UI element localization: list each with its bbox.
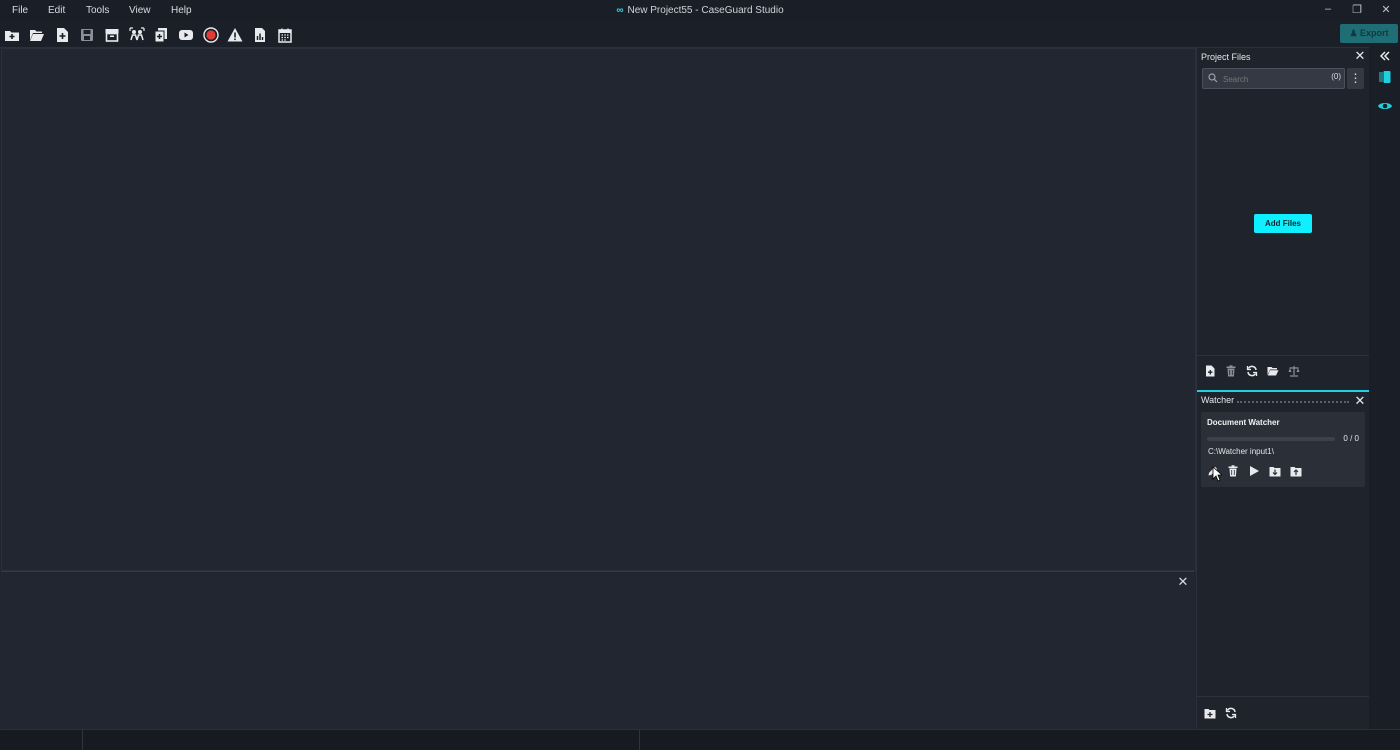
export-button[interactable]: ♟ Export [1340, 24, 1398, 43]
save-icon[interactable] [79, 27, 95, 43]
report-icon[interactable] [252, 27, 268, 43]
export-label: Export [1360, 28, 1389, 38]
record-icon[interactable] [203, 27, 219, 43]
watcher-progress-bar [1207, 437, 1335, 441]
folder-icon[interactable] [1267, 365, 1279, 377]
scale-icon[interactable] [1288, 365, 1300, 377]
export-icon[interactable] [1290, 465, 1302, 477]
add-folder-icon[interactable] [1204, 707, 1216, 719]
watcher-count: 0 / 0 [1343, 434, 1359, 443]
eye-icon[interactable] [1377, 98, 1393, 114]
watcher-path: C:\Watcher input1\ [1208, 447, 1274, 456]
minimize-button[interactable]: – [1318, 3, 1338, 19]
status-bar [0, 729, 1400, 750]
file-count: (0) [1331, 72, 1341, 81]
status-separator [639, 730, 640, 750]
add-file-icon[interactable] [1204, 365, 1216, 377]
import-icon[interactable] [1269, 465, 1281, 477]
bottom-panel: ✕ [1, 571, 1194, 729]
refresh-icon[interactable] [1225, 707, 1237, 719]
youtube-icon[interactable] [178, 27, 194, 43]
open-folder-icon[interactable] [29, 27, 45, 43]
refresh-icon[interactable] [1246, 365, 1258, 377]
calendar-icon[interactable] [277, 27, 293, 43]
watcher-header: Watcher ✕ [1197, 390, 1369, 412]
drag-handle[interactable] [1237, 401, 1349, 403]
project-files-title: Project Files [1201, 52, 1251, 62]
side-rail [1369, 46, 1400, 729]
restore-button[interactable]: ❐ [1347, 3, 1367, 19]
right-panel: Project Files ✕ (0) ⋮ Add Files Watcher … [1196, 48, 1369, 729]
more-options-icon[interactable]: ⋮ [1347, 68, 1364, 89]
mouse-cursor-icon [1212, 466, 1222, 482]
watcher-card[interactable]: Document Watcher 0 / 0 C:\Watcher input1… [1201, 412, 1365, 487]
app-logo-icon: ∞ [616, 5, 624, 16]
watcher-name: Document Watcher [1207, 418, 1280, 427]
add-file-icon[interactable] [54, 27, 70, 43]
close-watcher-icon[interactable]: ✕ [1354, 394, 1366, 407]
close-window-button[interactable]: ✕ [1376, 3, 1396, 19]
main-preview-area[interactable] [1, 48, 1196, 571]
warning-icon[interactable] [227, 27, 243, 43]
new-project-icon[interactable] [4, 27, 20, 43]
archive-icon[interactable] [104, 27, 120, 43]
user-icon: ♟ [1349, 28, 1358, 38]
panel-toggle-icon[interactable] [1377, 69, 1393, 85]
window-title: ∞ New Project55 - CaseGuard Studio [0, 5, 1400, 16]
watcher-title: Watcher [1201, 395, 1235, 405]
trash-icon[interactable] [1225, 365, 1237, 377]
divider [1197, 696, 1369, 697]
divider [1197, 355, 1369, 356]
copy-icon[interactable] [153, 27, 169, 43]
title-bar: File Edit Tools View Help ∞ New Project55… [0, 0, 1400, 22]
toolbar [0, 22, 1400, 48]
close-project-files-icon[interactable]: ✕ [1354, 49, 1366, 62]
people-detect-icon[interactable] [129, 27, 145, 43]
play-icon[interactable] [1248, 465, 1260, 477]
search-box[interactable]: (0) [1202, 68, 1345, 89]
search-input[interactable] [1221, 71, 1325, 87]
trash-icon[interactable] [1227, 465, 1239, 477]
status-separator [82, 730, 83, 750]
window-title-text: New Project55 - CaseGuard Studio [627, 5, 784, 16]
search-icon [1208, 73, 1218, 83]
close-bottom-panel-icon[interactable]: ✕ [1177, 575, 1189, 588]
collapse-icon[interactable] [1377, 48, 1393, 64]
add-files-button[interactable]: Add Files [1254, 214, 1312, 233]
